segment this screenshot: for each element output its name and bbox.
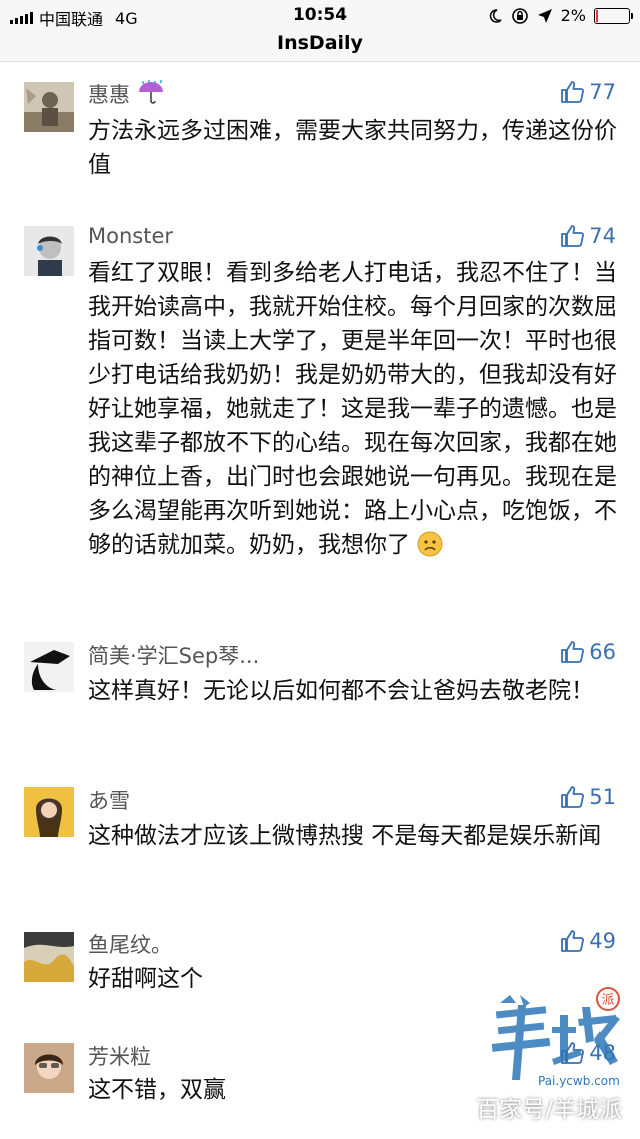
thumbs-up-icon bbox=[561, 641, 585, 663]
moon-icon bbox=[489, 8, 502, 23]
watermark-caption: 百家号/羊城派 bbox=[476, 1097, 622, 1123]
comment-text: 这种做法才应该上微博热搜 不是每天都是娱乐新闻 bbox=[88, 823, 602, 849]
comment-author[interactable]: 惠惠 bbox=[88, 79, 165, 109]
avatar[interactable] bbox=[24, 642, 74, 692]
comment-author[interactable]: Monster bbox=[88, 224, 173, 248]
like-button[interactable]: 51 bbox=[559, 784, 616, 810]
comment-item: あ雪 51 这种做法才应该上微博热搜 不是每天都是娱乐新闻 bbox=[0, 779, 640, 899]
comment-item: 惠惠 77 方法永远多过困难，需要大家共同努力，传递这份价值 bbox=[0, 74, 640, 194]
comment-author[interactable]: 芳米粒 bbox=[88, 1041, 151, 1071]
page-title: InsDaily bbox=[277, 32, 363, 54]
battery-percent: 2% bbox=[560, 6, 586, 25]
orientation-lock-icon bbox=[511, 7, 528, 24]
sad-face-emoji-icon bbox=[417, 531, 443, 557]
comment-author[interactable]: 鱼尾纹。 bbox=[88, 929, 172, 959]
like-count: 48 bbox=[589, 1041, 616, 1065]
like-count: 51 bbox=[589, 785, 616, 809]
like-button[interactable]: 49 bbox=[559, 928, 616, 954]
umbrella-rain-emoji-icon bbox=[138, 80, 163, 104]
battery-icon bbox=[594, 7, 633, 24]
comment-text: 方法永远多过困难，需要大家共同努力，传递这份价值 bbox=[88, 118, 617, 178]
avatar[interactable] bbox=[24, 787, 74, 837]
avatar[interactable] bbox=[24, 932, 74, 982]
nav-bar: InsDaily bbox=[0, 32, 640, 62]
like-count: 49 bbox=[589, 929, 616, 953]
avatar[interactable] bbox=[24, 226, 74, 276]
avatar[interactable] bbox=[24, 1043, 74, 1093]
like-count: 74 bbox=[589, 224, 616, 248]
status-bar: 中国联通 4G 10:54 2% bbox=[0, 0, 640, 32]
comment-item: Monster 74 看红了双眼！看到多给老人打电话，我忍不住了！当我开始读高中… bbox=[0, 218, 640, 618]
like-button[interactable]: 77 bbox=[559, 79, 616, 105]
comment-item: 鱼尾纹。 49 好甜啊这个 bbox=[0, 922, 640, 1022]
thumbs-up-icon bbox=[561, 225, 585, 247]
like-button[interactable]: 66 bbox=[559, 639, 616, 665]
watermark-url: Pai.ycwb.com bbox=[538, 1074, 620, 1088]
like-count: 66 bbox=[589, 640, 616, 664]
comment-text: 这样真好！无论以后如何都不会让爸妈去敬老院！ bbox=[88, 678, 594, 704]
like-count: 77 bbox=[589, 80, 616, 104]
comment-text: 看红了双眼！看到多给老人打电话，我忍不住了！当我开始读高中，我就开始住校。每个月… bbox=[88, 260, 617, 558]
comment-body: 看红了双眼！看到多给老人打电话，我忍不住了！当我开始读高中，我就开始住校。每个月… bbox=[88, 256, 618, 562]
like-button[interactable]: 48 bbox=[559, 1040, 616, 1066]
location-icon bbox=[537, 8, 552, 23]
comment-item: 简美·学汇Sep琴... 66 这样真好！无论以后如何都不会让爸妈去敬老院！ bbox=[0, 634, 640, 754]
status-right: 2% bbox=[487, 6, 633, 25]
thumbs-up-icon bbox=[561, 1042, 585, 1064]
thumbs-up-icon bbox=[561, 786, 585, 808]
comment-author[interactable]: あ雪 bbox=[88, 785, 130, 815]
comment-author[interactable]: 简美·学汇Sep琴... bbox=[88, 640, 259, 670]
avatar[interactable] bbox=[24, 82, 74, 132]
thumbs-up-icon bbox=[561, 81, 585, 103]
comment-text: 好甜啊这个 bbox=[88, 966, 203, 992]
thumbs-up-icon bbox=[561, 930, 585, 952]
like-button[interactable]: 74 bbox=[559, 223, 616, 249]
